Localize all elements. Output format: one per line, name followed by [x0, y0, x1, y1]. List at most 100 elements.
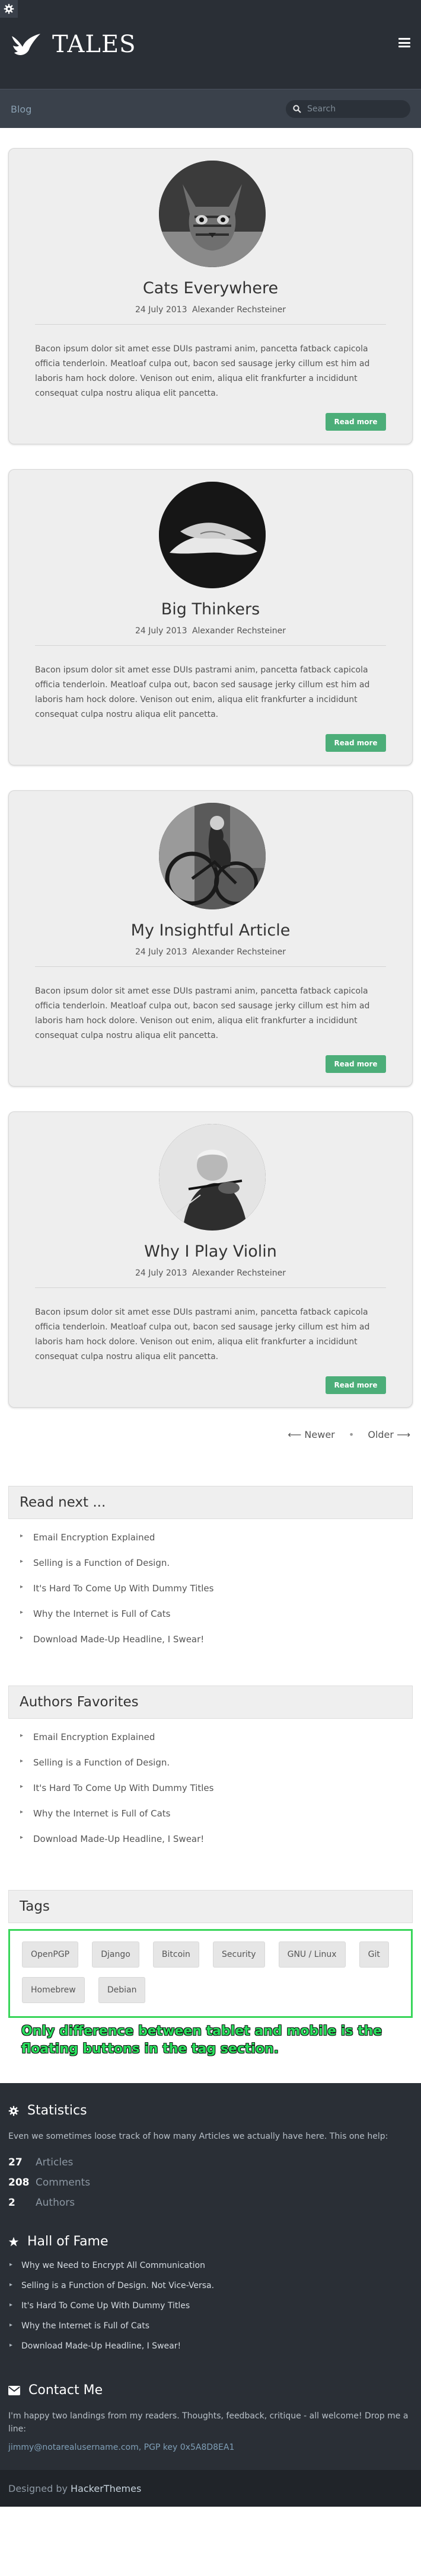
search-icon — [293, 105, 301, 113]
stat-label[interactable]: Authors — [36, 2197, 75, 2209]
list-item: It's Hard To Come Up With Dummy Titles — [20, 1783, 413, 1808]
article-title[interactable]: My Insightful Article — [9, 921, 412, 940]
read-next-link[interactable]: Email Encryption Explained — [33, 1532, 155, 1543]
older-link[interactable]: Older ⟶ — [368, 1429, 410, 1440]
favorite-link[interactable]: Email Encryption Explained — [33, 1732, 155, 1742]
menu-icon[interactable] — [398, 38, 410, 47]
read-next-link[interactable]: Why the Internet is Full of Cats — [33, 1609, 170, 1619]
envelope-icon — [8, 2385, 20, 2395]
stat-row: 27 Articles — [8, 2152, 413, 2173]
search-box[interactable] — [286, 100, 410, 118]
list-item: It's Hard To Come Up With Dummy Titles — [20, 1583, 413, 1609]
tags-highlight-box: OpenPGP Django Bitcoin Security GNU / Li… — [8, 1929, 413, 2018]
article-thumbnail[interactable] — [159, 482, 266, 588]
list-item[interactable]: Why the Internet is Full of Cats — [9, 2321, 413, 2341]
gear-icon — [4, 4, 14, 14]
article-title[interactable]: Big Thinkers — [9, 600, 412, 619]
breadcrumb[interactable]: Blog — [11, 104, 31, 115]
favorite-link[interactable]: Selling is a Function of Design. — [33, 1757, 170, 1768]
tag-button[interactable]: Django — [92, 1941, 139, 1968]
favorite-link[interactable]: It's Hard To Come Up With Dummy Titles — [33, 1783, 213, 1793]
annotation-note: Only difference between tablet and mobil… — [21, 2024, 382, 2056]
contact-section: Contact Me I'm happy two landings from m… — [8, 2383, 413, 2452]
list-item[interactable]: Selling is a Function of Design. Not Vic… — [9, 2281, 413, 2301]
site-footer: Statistics Even we sometimes loose track… — [0, 2083, 421, 2470]
search-input[interactable] — [307, 104, 402, 114]
list-item[interactable]: Download Made-Up Headline, I Swear! — [9, 2341, 413, 2362]
violinist-photo — [159, 1124, 266, 1231]
bird-logo-icon — [12, 34, 40, 55]
tag-button[interactable]: Homebrew — [22, 1977, 85, 2003]
statistics-section: Statistics Even we sometimes loose track… — [8, 2103, 413, 2213]
tag-button[interactable]: OpenPGP — [22, 1941, 79, 1968]
credit-bar: Designed by HackerThemes — [0, 2470, 421, 2507]
article-card: My Insightful Article 24 July 2013 Alexa… — [8, 790, 413, 1087]
tag-button[interactable]: Debian — [98, 1977, 146, 2003]
article-author[interactable]: Alexander Rechsteiner — [192, 947, 286, 957]
tag-button[interactable]: Bitcoin — [152, 1941, 199, 1968]
read-next-link[interactable]: Selling is a Function of Design. — [33, 1558, 170, 1568]
statistics-text: Even we sometimes loose track of how man… — [8, 2132, 388, 2141]
contact-email[interactable]: jimmy@notarealusername.com, PGP key 0x5A… — [8, 2443, 413, 2452]
stat-label[interactable]: Articles — [36, 2157, 73, 2168]
article-thumbnail[interactable] — [159, 161, 266, 267]
tag-button[interactable]: Security — [213, 1941, 265, 1968]
list-item[interactable]: Why we Need to Encrypt All Communication — [9, 2261, 413, 2281]
star-icon — [8, 2237, 19, 2246]
read-next-link[interactable]: Download Made-Up Headline, I Swear! — [33, 1634, 204, 1645]
hall-of-fame-title: Hall of Fame — [27, 2234, 109, 2249]
read-next-link[interactable]: It's Hard To Come Up With Dummy Titles — [33, 1583, 213, 1594]
settings-toggle[interactable] — [0, 0, 18, 18]
favorite-link[interactable]: Why the Internet is Full of Cats — [33, 1808, 170, 1819]
hands-photo — [159, 482, 266, 588]
statistics-list: 27 Articles 208 Comments 2 Authors — [8, 2152, 413, 2213]
list-item: Email Encryption Explained — [20, 1532, 413, 1558]
credit-prefix: Designed by — [8, 2483, 71, 2494]
site-brand[interactable]: TALES — [11, 31, 136, 58]
credit-link[interactable]: HackerThemes — [71, 2483, 141, 2494]
stat-label[interactable]: Comments — [36, 2177, 90, 2189]
article-list: Cats Everywhere 24 July 2013 Alexander R… — [0, 128, 421, 1408]
article-title[interactable]: Why I Play Violin — [9, 1242, 412, 1261]
article-thumbnail[interactable] — [159, 803, 266, 909]
site-header: TALES — [0, 0, 421, 89]
contact-title: Contact Me — [28, 2383, 103, 2398]
stat-row: 2 Authors — [8, 2193, 413, 2213]
list-item: Selling is a Function of Design. — [20, 1558, 413, 1583]
list-item[interactable]: It's Hard To Come Up With Dummy Titles — [9, 2301, 413, 2321]
tag-button[interactable]: GNU / Linux — [278, 1941, 346, 1968]
bicycle-man-photo — [159, 803, 266, 909]
read-more-button[interactable]: Read more — [326, 1055, 386, 1073]
article-title[interactable]: Cats Everywhere — [9, 279, 412, 297]
divider — [35, 1287, 386, 1288]
stat-count: 27 — [8, 2157, 23, 2168]
contact-text: I'm happy two landings from my readers. … — [8, 2411, 409, 2434]
article-author[interactable]: Alexander Rechsteiner — [192, 1268, 286, 1278]
article-excerpt: Bacon ipsum dolor sit amet esse DUIs pas… — [35, 665, 370, 719]
article-meta: 24 July 2013 Alexander Rechsteiner — [9, 947, 412, 957]
section-heading: Hall of Fame — [8, 2234, 413, 2249]
sub-navigation-bar: Blog — [0, 89, 421, 128]
article-date: 24 July 2013 — [135, 305, 187, 315]
divider — [35, 324, 386, 325]
list-item: Download Made-Up Headline, I Swear! — [20, 1834, 413, 1859]
widget-title: Tags — [8, 1890, 413, 1923]
tag-button[interactable]: Git — [359, 1941, 389, 1968]
stat-row: 208 Comments — [8, 2173, 413, 2193]
read-more-button[interactable]: Read more — [326, 1376, 386, 1394]
article-thumbnail[interactable] — [159, 1124, 266, 1231]
article-author[interactable]: Alexander Rechsteiner — [192, 305, 286, 315]
newer-link[interactable]: ⟵ Newer — [288, 1429, 334, 1440]
gear-icon — [8, 2106, 19, 2116]
list-item: Email Encryption Explained — [20, 1732, 413, 1757]
favorites-list: Email Encryption Explained Selling is a … — [8, 1719, 413, 1859]
article-excerpt: Bacon ipsum dolor sit amet esse DUIs pas… — [35, 344, 370, 398]
widget-title: Authors Favorites — [8, 1686, 413, 1719]
list-item: Why the Internet is Full of Cats — [20, 1808, 413, 1834]
read-more-button[interactable]: Read more — [326, 413, 386, 431]
article-author[interactable]: Alexander Rechsteiner — [192, 626, 286, 636]
stat-count: 208 — [8, 2177, 30, 2189]
read-more-button[interactable]: Read more — [326, 734, 386, 752]
article-date: 24 July 2013 — [135, 1268, 187, 1278]
favorite-link[interactable]: Download Made-Up Headline, I Swear! — [33, 1834, 204, 1844]
